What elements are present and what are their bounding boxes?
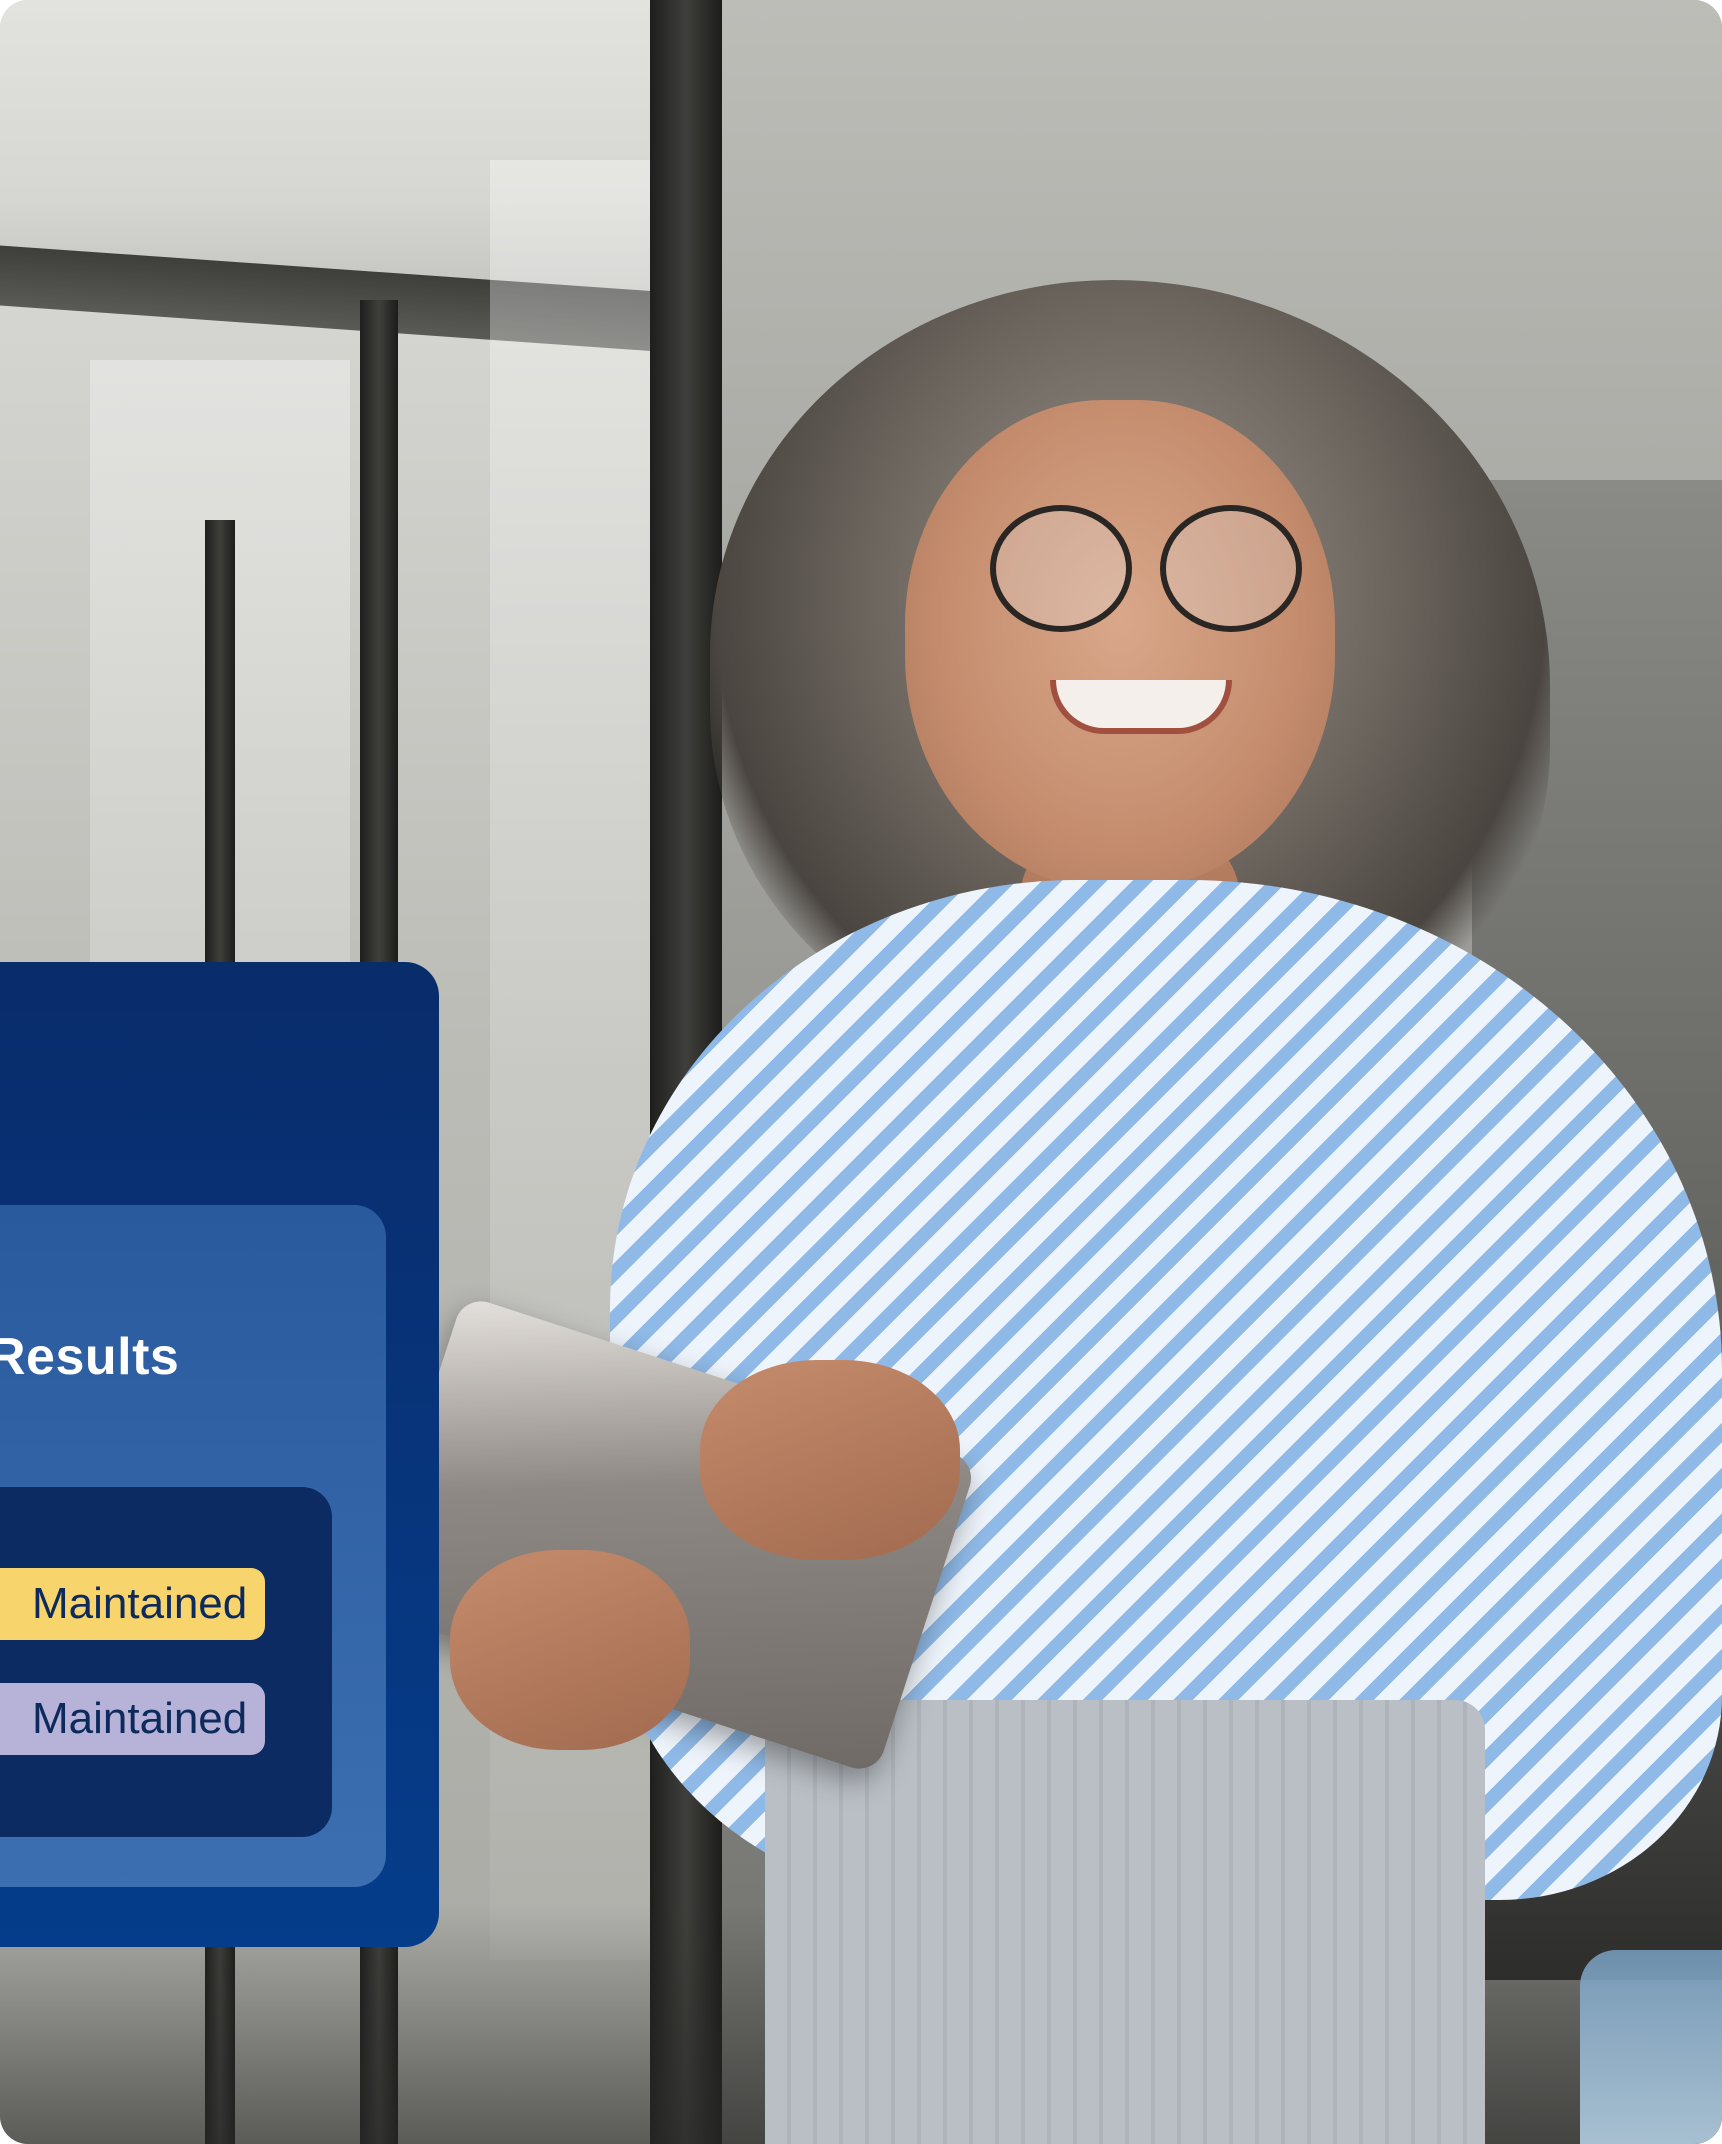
status-badge-maintained: Maintained — [0, 1568, 266, 1640]
photo-skirt — [765, 1700, 1485, 2144]
photo-face — [905, 400, 1335, 890]
photo-hand — [450, 1550, 690, 1750]
status-badge-maintained: Maintained — [0, 1683, 266, 1755]
photo-smile — [1050, 680, 1232, 734]
hero-image-frame: Results Maintained Maintained — [0, 0, 1722, 2144]
photo-hand — [700, 1360, 960, 1560]
results-status-list — [0, 1487, 332, 1837]
photo-glasses-lens — [990, 505, 1132, 632]
photo-glasses-lens — [1160, 505, 1302, 632]
corner-card-fragment — [1580, 1950, 1722, 2144]
results-title: Results — [0, 1328, 180, 1386]
